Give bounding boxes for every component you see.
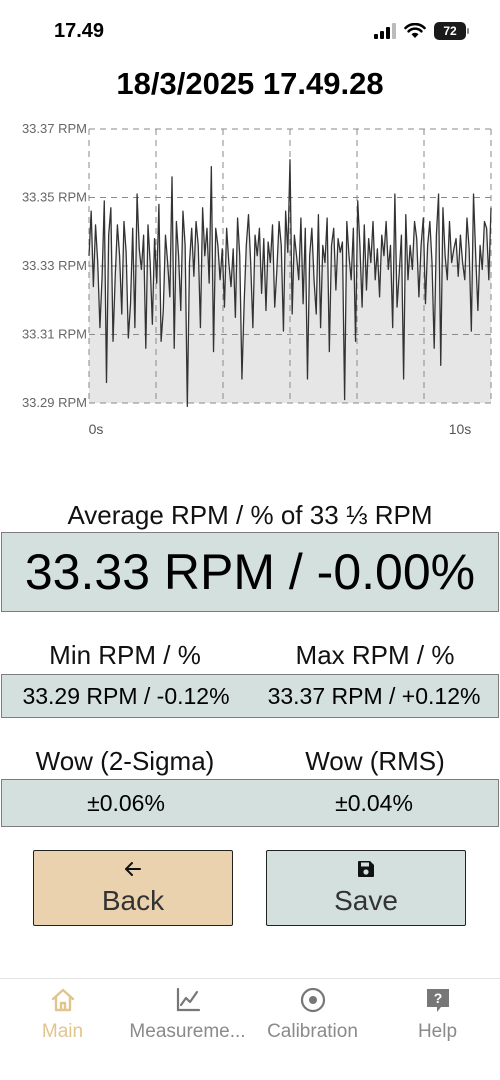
wow-2sigma-value: ±0.06%	[87, 789, 165, 816]
rpm-chart-svg: 33.37 RPM 33.35 RPM 33.33 RPM 33.31 RPM 33.2…	[22, 121, 492, 437]
tab-calibration-label: Calibration	[267, 1021, 358, 1042]
y-tick-label: 33.33 RPM	[22, 258, 87, 273]
back-button[interactable]: Back	[33, 850, 233, 926]
average-value: 33.33 RPM / -0.00%	[24, 544, 476, 600]
status-icons: 72	[374, 22, 469, 40]
arrow-left-icon	[123, 859, 143, 883]
min-label: Min RPM / %	[49, 640, 201, 670]
wow-rms-label: Wow (RMS)	[305, 746, 445, 776]
save-button[interactable]: Save	[266, 850, 466, 926]
home-icon	[49, 985, 77, 1015]
target-icon	[299, 985, 327, 1015]
floppy-disk-icon	[356, 859, 376, 883]
average-value-box: 33.33 RPM / -0.00%	[1, 532, 499, 612]
line-chart-icon	[174, 985, 202, 1015]
average-label: Average RPM / % of 33 ⅓ RPM	[67, 500, 433, 530]
x-tick-label: 10s	[449, 421, 472, 437]
svg-text:?: ?	[433, 990, 442, 1006]
max-label: Max RPM / %	[295, 640, 455, 670]
tab-calibration[interactable]: Calibration	[250, 985, 375, 1043]
wifi-icon	[404, 23, 426, 38]
min-value: 33.29 RPM / -0.12%	[22, 682, 230, 709]
tab-help[interactable]: ? Help	[375, 985, 500, 1043]
save-button-label: Save	[334, 885, 398, 916]
back-button-label: Back	[101, 885, 165, 916]
wow-rms-value: ±0.04%	[335, 789, 413, 816]
page-title: 18/3/2025 17.49.28	[116, 66, 384, 101]
wow-2sigma-label: Wow (2-Sigma)	[35, 746, 215, 776]
min-max-value-box: 33.29 RPM / -0.12% 33.37 RPM / +0.12%	[1, 674, 499, 718]
status-time: 17.49	[54, 20, 105, 42]
battery-level: 72	[443, 24, 457, 38]
tab-main[interactable]: Main	[0, 985, 125, 1043]
y-tick-label: 33.37 RPM	[22, 121, 87, 136]
signal-icon	[374, 23, 396, 39]
tab-measurements[interactable]: Measureme...	[125, 985, 250, 1043]
tab-measurements-label: Measureme...	[129, 1021, 246, 1042]
tab-help-label: Help	[417, 1021, 458, 1042]
y-tick-label: 33.31 RPM	[22, 327, 87, 342]
wow-value-box: ±0.06% ±0.04%	[1, 779, 499, 827]
tab-main-label: Main	[41, 1021, 84, 1042]
status-bar: 17.49 72	[0, 0, 500, 66]
x-tick-label: 0s	[89, 421, 104, 437]
y-tick-label: 33.29 RPM	[22, 395, 87, 410]
max-value: 33.37 RPM / +0.12%	[267, 682, 481, 709]
rpm-chart: 33.37 RPM 33.35 RPM 33.33 RPM 33.31 RPM 33.2…	[0, 118, 500, 448]
battery-icon: 72	[434, 22, 469, 40]
tab-bar: Main Measureme... Calibration ? Help	[0, 978, 500, 1080]
help-icon: ?	[424, 985, 452, 1015]
y-tick-label: 33.35 RPM	[22, 190, 87, 205]
